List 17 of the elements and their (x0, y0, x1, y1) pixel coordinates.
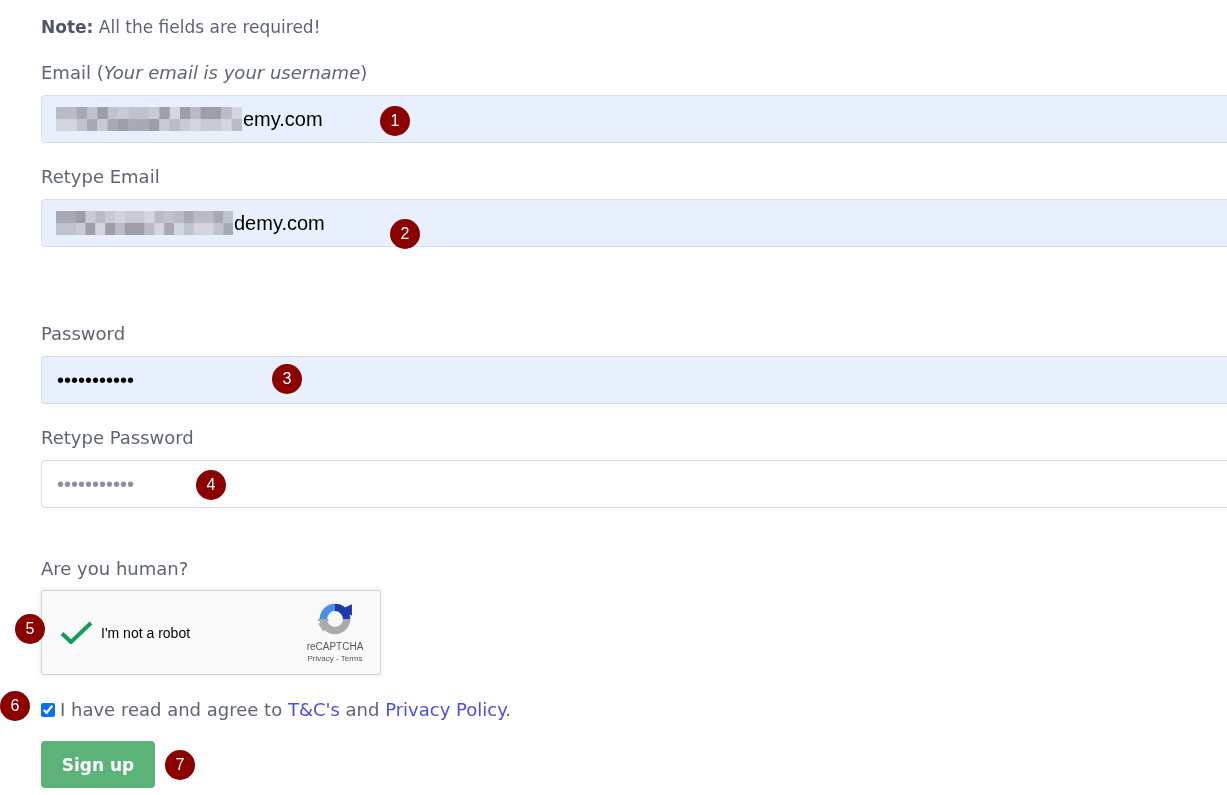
text-link[interactable]: Privacy Policy (385, 699, 506, 720)
field-label: Retype Password (41, 426, 195, 450)
field-label: Retype Email (41, 165, 161, 189)
number-marker: 5 (15, 614, 45, 644)
number-marker: 7 (165, 750, 195, 780)
captcha-links[interactable]: Privacy - Terms (307, 653, 363, 664)
agree-checkbox[interactable] (41, 702, 55, 717)
text-link[interactable]: T&C's (287, 699, 340, 720)
agreement-text: I have read and agree to T&C's and Privacy Policy. (60, 698, 511, 722)
field-label: Email (Your email is your username) (41, 61, 369, 85)
captcha-brand: reCAPTCHA (306, 641, 364, 653)
captcha-question: Are you human? (41, 557, 190, 581)
required-note: Note: All the fields are required! (41, 16, 322, 39)
number-marker: 6 (0, 691, 30, 721)
circular-arrows-icon (317, 601, 353, 637)
captcha-label: I'm not a robot (101, 624, 192, 641)
field-label: Password (41, 322, 127, 346)
